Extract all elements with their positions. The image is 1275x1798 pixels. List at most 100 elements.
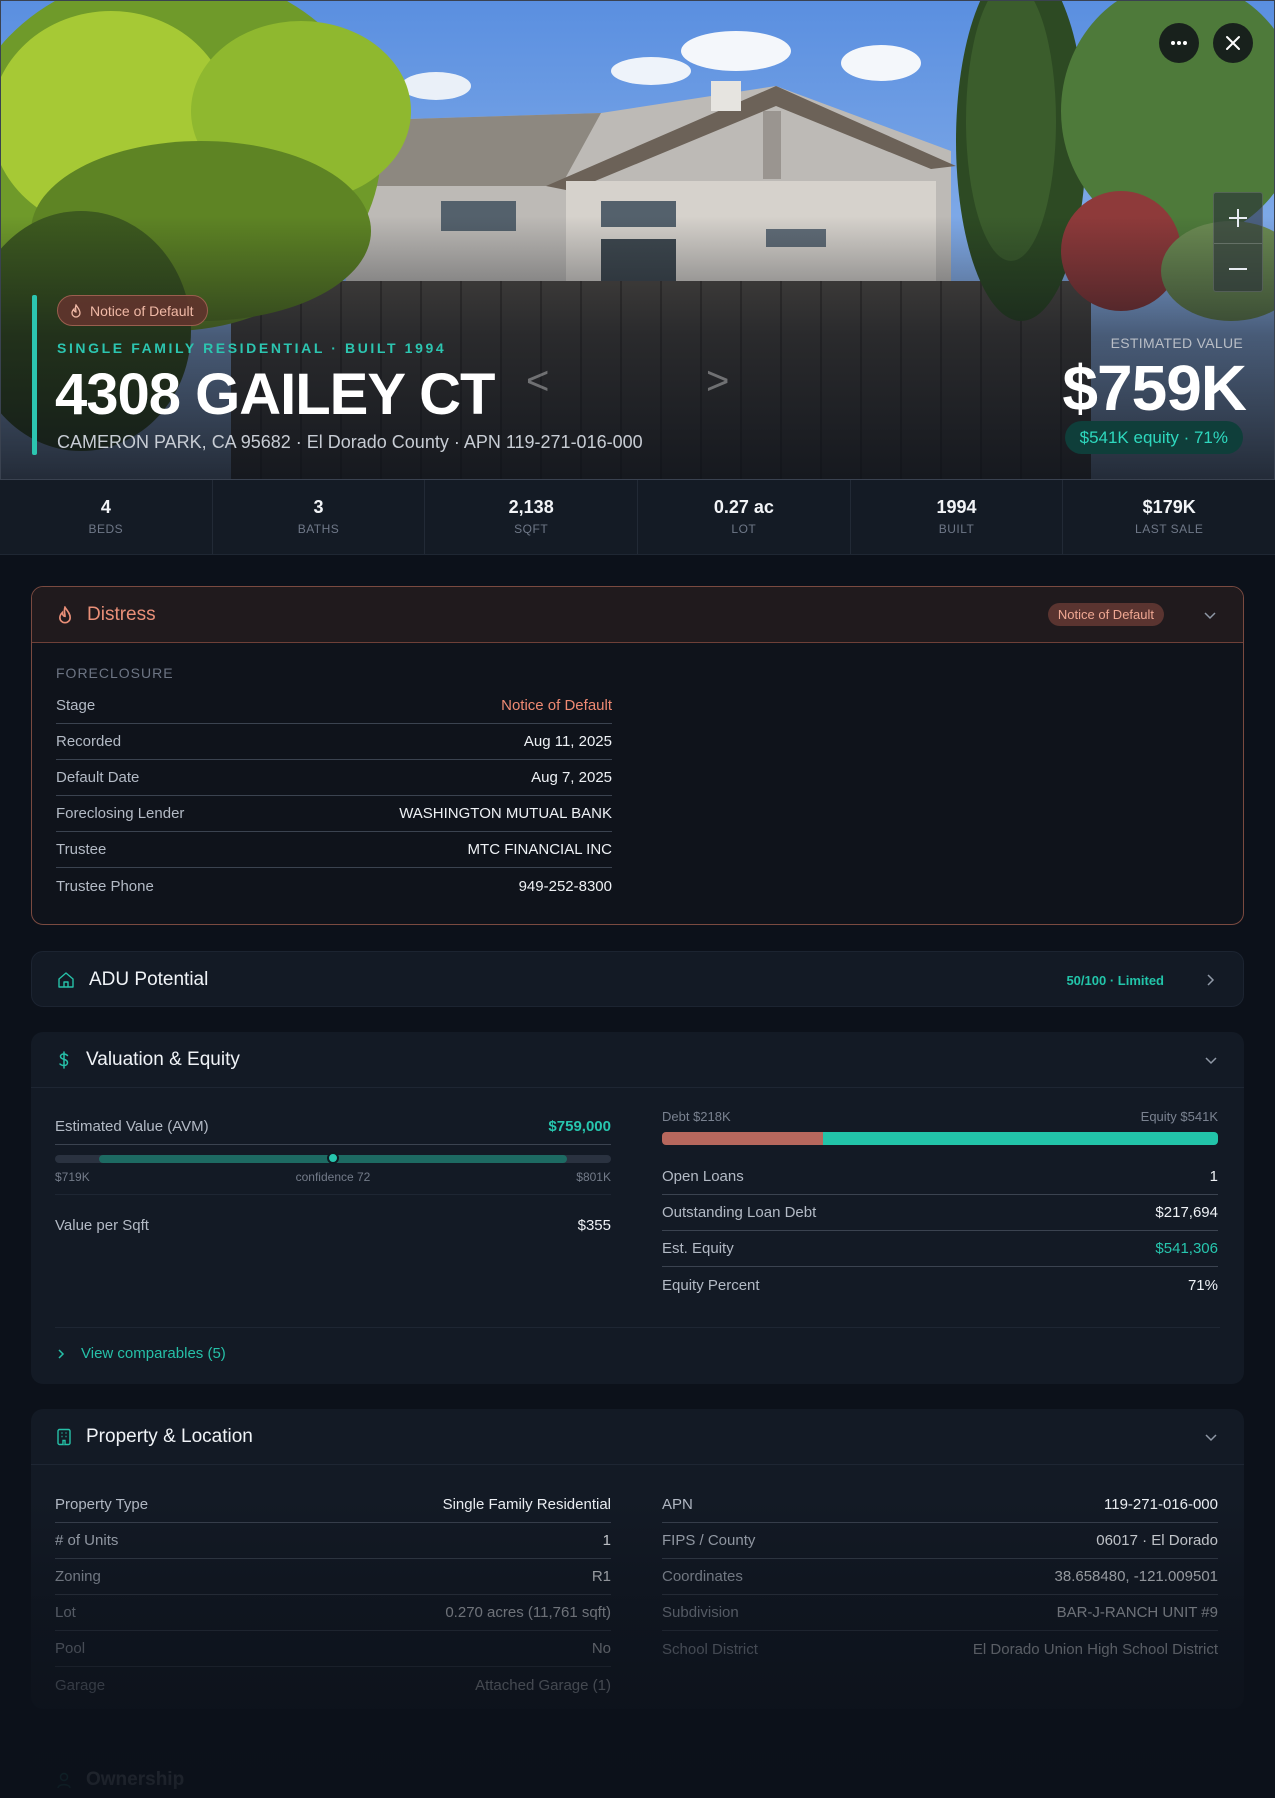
loan-details: Open Loans 1 Outstanding Loan Debt $217,69… [662,1159,1218,1303]
detail-value: $217,694 [1155,1204,1218,1221]
stat-lot: 0.27 ac LOT [638,480,851,554]
distress-title: Distress [87,603,156,625]
adu-header[interactable]: ADU Potential 50/100 · Limited [32,952,1243,1006]
avm-range-bar [55,1152,611,1164]
flame-icon [71,303,81,318]
detail-row-zoning: Zoning R1 [55,1559,611,1595]
detail-value: 71% [1187,1276,1218,1294]
detail-value: 0.270 acres (11,761 sqft) [445,1604,611,1621]
detail-row-lot: Lot 0.270 acres (11,761 sqft) [55,1595,611,1631]
detail-value: 949-252-8300 [518,877,612,895]
detail-key: Stage [56,697,96,714]
chevron-right-icon[interactable] [1202,972,1218,988]
detail-row-open-loans: Open Loans 1 [662,1159,1218,1195]
ownership-header[interactable]: Ownership [31,1752,1244,1798]
valuation-header[interactable]: Valuation & Equity [31,1032,1244,1088]
stats-bar: 4 BEDS 3 BATHS 2,138 SQFT 0.27 ac LOT 1994 BU… [0,480,1275,555]
detail-row-trustee-phone: Trustee Phone 949-252-8300 [56,868,612,904]
detail-key: Subdivision [662,1604,739,1621]
dollar-icon [59,1050,69,1069]
previous-photo-icon[interactable]: < [526,359,549,404]
property-location-card: Property & Location Property Type Single … [31,1409,1244,1709]
valuation-equity-card: Valuation & Equity Estimated Value (AVM)… [31,1032,1244,1384]
distress-status-badge: Notice of Default [1047,603,1164,626]
chevron-right-icon [58,1348,65,1359]
detail-row-est-equity: Est. Equity $541,306 [662,1231,1218,1267]
detail-value: 06017 · El Dorado [1096,1532,1218,1549]
detail-value: BAR-J-RANCH UNIT #9 [1056,1604,1218,1621]
equity-badge: $541K equity · 71% [1064,421,1243,454]
notice-of-default-badge: Notice of Default [57,295,208,326]
vps-label: Value per Sqft [55,1216,149,1234]
distress-header[interactable]: Distress Notice of Default [32,587,1243,643]
stat-label: SQFT [514,522,549,536]
detail-value: Notice of Default [501,697,612,714]
zoom-in-button[interactable] [1214,193,1262,243]
detail-row-lender: Foreclosing Lender WASHINGTON MUTUAL BANK [56,796,612,832]
stat-sqft: 2,138 SQFT [425,480,639,554]
zoom-out-button[interactable] [1214,243,1262,293]
debt-segment [662,1132,824,1145]
equity-column: Debt $218K Equity $541K Open Loans 1 Outst… [662,1109,1218,1303]
plus-icon [1229,209,1247,227]
avm-column: Estimated Value (AVM) $759,000 $719K conf… [55,1109,611,1243]
detail-key: Recorded [56,733,122,750]
adu-title: ADU Potential [89,969,209,990]
detail-value: 119-271-016-000 [1104,1496,1218,1513]
chevron-down-icon[interactable] [1202,607,1218,623]
ownership-card: Ownership [31,1752,1244,1798]
chevron-down-icon[interactable] [1203,1429,1219,1445]
stat-label: BATHS [297,522,340,536]
detail-key: Open Loans [662,1168,744,1185]
detail-value: No [591,1640,611,1657]
detail-key: Coordinates [662,1568,743,1585]
avm-label: Estimated Value (AVM) [55,1118,209,1135]
detail-row-school-district: School District El Dorado Union High Scho… [662,1631,1218,1667]
detail-key: APN [662,1496,693,1513]
detail-row-stage: Stage Notice of Default [56,688,612,724]
property-details-right: APN 119-271-016-000 FIPS / County 06017 · … [662,1487,1218,1667]
detail-row-loan-debt: Outstanding Loan Debt $217,694 [662,1195,1218,1231]
property-header[interactable]: Property & Location [31,1409,1244,1465]
detail-key: Garage [55,1676,106,1694]
detail-key: FIPS / County [662,1532,756,1549]
value-per-sqft-row: Value per Sqft $355 [55,1207,611,1243]
stat-baths: 3 BATHS [213,480,426,554]
detail-value: $541,306 [1155,1240,1218,1257]
detail-key: School District [662,1640,758,1658]
detail-key: Property Type [55,1496,149,1513]
avm-range-labels: $719K confidence 72 $801K [55,1170,611,1184]
adu-potential-card[interactable]: ADU Potential 50/100 · Limited [31,951,1244,1007]
foreclosure-section-label: FORECLOSURE [56,665,174,681]
detail-row-units: # of Units 1 [55,1523,611,1559]
close-button[interactable] [1213,23,1253,63]
detail-value: El Dorado Union High School District [972,1640,1218,1658]
view-comparables-link[interactable]: View comparables (5) [55,1327,1220,1362]
minus-icon [1229,267,1247,270]
stat-value: 1994 [936,497,977,517]
range-high: $801K [576,1170,611,1184]
detail-value: 1 [602,1532,611,1549]
detail-key: Foreclosing Lender [56,805,185,822]
chevron-down-icon[interactable] [1203,1052,1219,1068]
building-icon [57,1428,71,1445]
detail-row-coordinates: Coordinates 38.658480, -121.009501 [662,1559,1218,1595]
more-options-button[interactable] [1159,23,1199,63]
stat-label: LAST SALE [1135,522,1204,536]
detail-row-property-type: Property Type Single Family Residential [55,1487,611,1523]
stat-value: $179K [1142,497,1196,517]
detail-row-fips-county: FIPS / County 06017 · El Dorado [662,1523,1218,1559]
stat-value: 4 [100,497,111,517]
stat-label: LOT [731,522,757,536]
equity-segment [823,1132,1218,1145]
equity-label: Equity $541K [1140,1109,1218,1124]
detail-key: Outstanding Loan Debt [662,1204,817,1221]
detail-row-subdivision: Subdivision BAR-J-RANCH UNIT #9 [662,1595,1218,1631]
address-line: CAMERON PARK, CA 95682 · El Dorado Count… [57,432,643,452]
detail-key: Lot [55,1604,76,1621]
detail-row-recorded: Recorded Aug 11, 2025 [56,724,612,760]
next-photo-icon[interactable]: > [706,359,729,404]
detail-value: R1 [591,1568,611,1585]
hero-accent-bar [32,295,37,455]
stat-label: BEDS [88,522,124,536]
